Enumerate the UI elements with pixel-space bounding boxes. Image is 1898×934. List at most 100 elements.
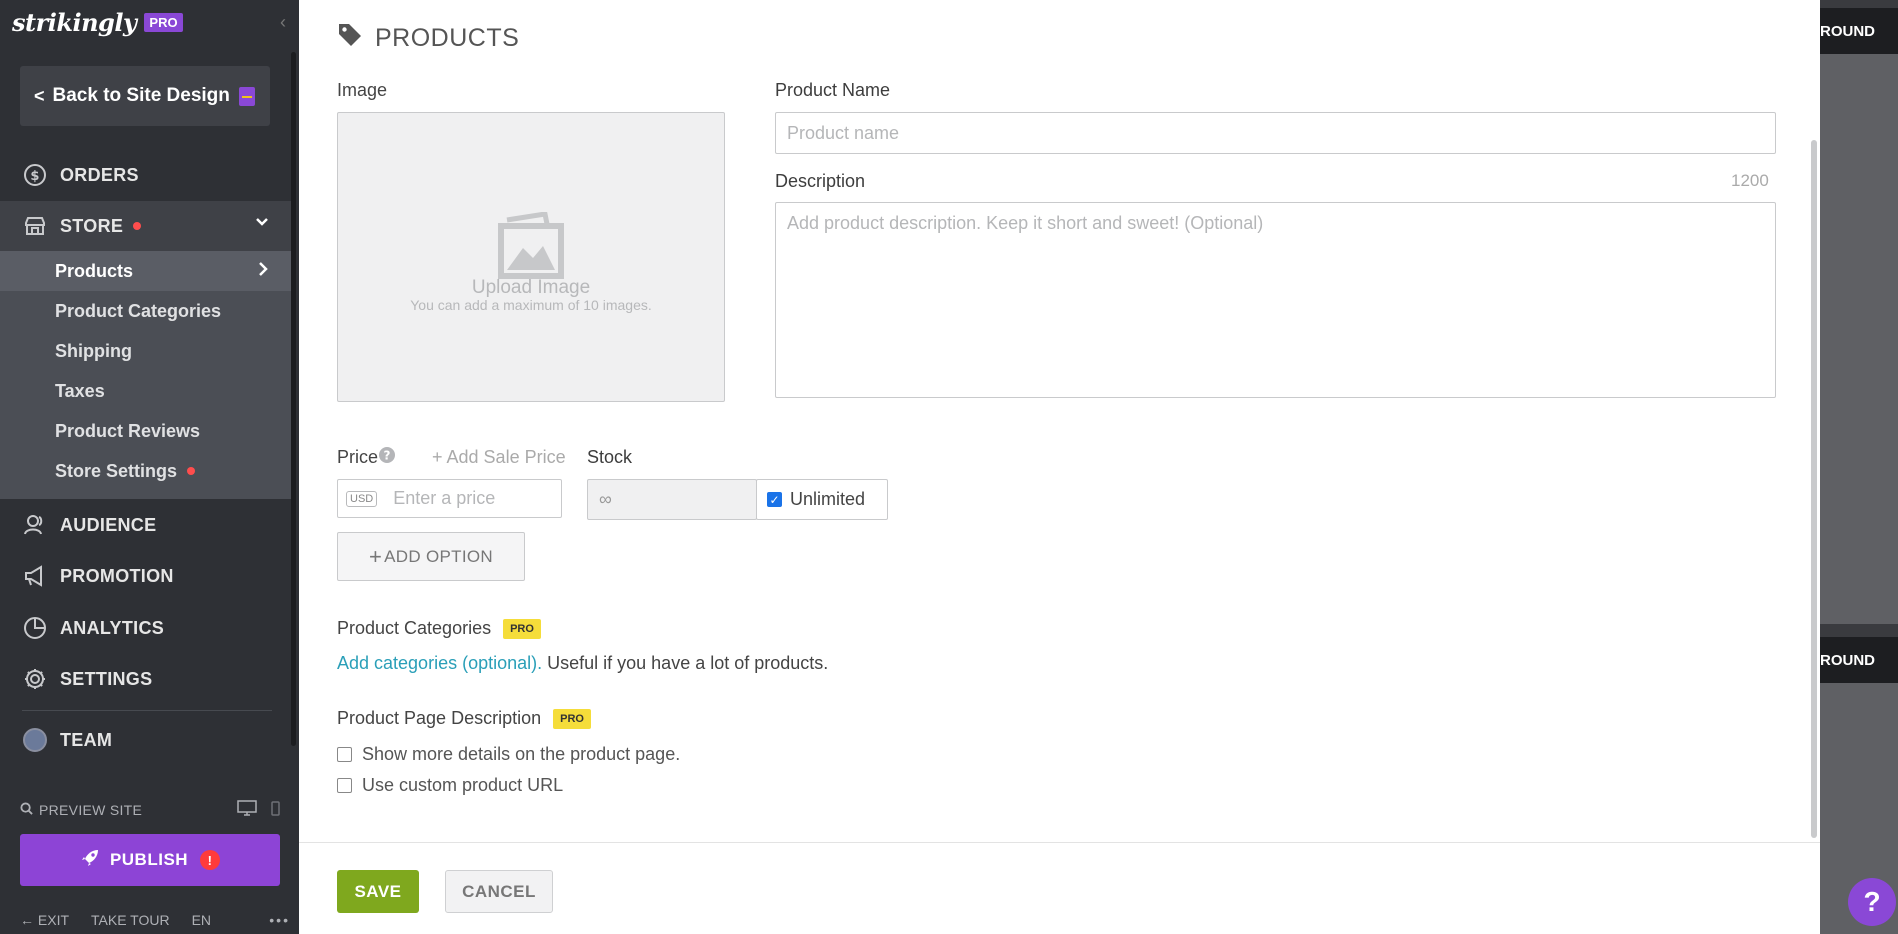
add-option-button[interactable]: + ADD OPTION: [337, 532, 525, 581]
checkbox-icon: [337, 747, 352, 762]
megaphone-icon: [22, 563, 48, 589]
panel-scrollbar[interactable]: [1811, 140, 1817, 838]
nav-audience[interactable]: AUDIENCE: [0, 500, 291, 550]
store-notification-dot: [133, 222, 142, 230]
section-strip-bottom: ROUND: [1820, 637, 1898, 683]
panel-title-text: PRODUCTS: [375, 24, 520, 52]
sidebar-item-shipping[interactable]: Shipping: [0, 331, 291, 371]
stock-input[interactable]: ∞: [587, 479, 757, 520]
add-categories-link[interactable]: Add categories (optional).: [337, 653, 542, 673]
collapse-sidebar-icon[interactable]: ‹: [280, 12, 286, 33]
sidebar-scrollbar[interactable]: [291, 52, 296, 746]
nav-analytics[interactable]: ANALYTICS: [0, 603, 291, 653]
page-icon: [238, 86, 255, 106]
custom-url-checkbox[interactable]: Use custom product URL: [337, 775, 563, 796]
nav-store[interactable]: STORE: [0, 201, 291, 251]
take-tour-link[interactable]: TAKE TOUR: [91, 912, 170, 928]
publish-alert-badge: !: [200, 850, 221, 870]
sidebar-item-label: Store Settings: [55, 460, 178, 481]
more-options-icon[interactable]: •••: [269, 912, 290, 928]
categories-hint: Useful if you have a lot of products.: [542, 653, 829, 673]
exit-label: EXIT: [37, 912, 70, 928]
price-label: Price: [337, 447, 379, 467]
stock-label: Stock: [587, 447, 633, 467]
nav-settings-label: SETTINGS: [60, 668, 153, 689]
search-icon: [20, 801, 33, 818]
description-textarea[interactable]: Add product description. Keep it short a…: [775, 202, 1776, 398]
store-icon: [22, 213, 48, 239]
sidebar-bottom-links: ← EXIT TAKE TOUR EN •••: [20, 912, 290, 928]
image-label: Image: [337, 80, 388, 100]
exit-link[interactable]: ← EXIT: [20, 912, 69, 928]
product-name-input[interactable]: Product name: [775, 112, 1776, 154]
rocket-icon: [80, 848, 100, 873]
store-submenu: Products Product Categories Shipping Tax…: [0, 251, 291, 499]
preview-site-row: PREVIEW SITE: [20, 800, 280, 819]
checkbox-icon: [337, 778, 352, 793]
pro-badge: PRO: [553, 709, 591, 730]
product-editor-panel: PRODUCTS Image Upload Image You can add …: [299, 0, 1820, 934]
footer-divider: [299, 842, 1820, 843]
save-button[interactable]: SAVE: [337, 870, 419, 913]
pro-badge: PRO: [503, 619, 541, 640]
sidebar-item-taxes[interactable]: Taxes: [0, 371, 291, 411]
desktop-icon[interactable]: [237, 800, 257, 819]
sidebar-item-product-categories[interactable]: Product Categories: [0, 291, 291, 331]
preview-block-top: [1820, 54, 1898, 624]
sidebar-item-label: Product Reviews: [55, 420, 201, 441]
nav-promotion-label: PROMOTION: [60, 565, 174, 586]
help-button[interactable]: ?: [1848, 878, 1896, 926]
chevron-down-icon: [255, 215, 269, 234]
nav-settings[interactable]: SETTINGS: [0, 654, 291, 704]
price-input[interactable]: USD Enter a price: [337, 479, 562, 518]
product-name-label: Product Name: [775, 80, 891, 100]
nav-orders[interactable]: $ ORDERS: [0, 150, 291, 200]
nav-promotion[interactable]: PROMOTION: [0, 551, 291, 601]
publish-button[interactable]: PUBLISH !: [20, 834, 280, 886]
nav-team[interactable]: TEAM: [0, 715, 291, 765]
sidebar-item-product-reviews[interactable]: Product Reviews: [0, 411, 291, 451]
mobile-icon[interactable]: [271, 800, 280, 819]
sidebar-item-store-settings[interactable]: Store Settings: [0, 451, 291, 491]
publish-label: PUBLISH: [109, 850, 189, 869]
upload-hint: You can add a maximum of 10 images.: [410, 296, 652, 313]
tag-icon: [337, 22, 363, 55]
sidebar-item-label: Shipping: [55, 340, 132, 361]
add-sale-price-link[interactable]: + Add Sale Price: [432, 447, 566, 468]
product-page-description-label: Product Page Description: [337, 708, 542, 728]
currency-badge: USD: [346, 490, 378, 507]
description-label: Description: [775, 171, 866, 191]
product-categories-label: Product Categories: [337, 618, 492, 638]
strikingly-logo[interactable]: strikingly: [12, 8, 137, 37]
product-page-description-heading: Product Page Description PRO: [337, 708, 591, 730]
svg-text:$: $: [30, 169, 39, 184]
product-categories-heading: Product Categories PRO: [337, 618, 541, 640]
svg-text:?: ?: [384, 449, 391, 463]
back-to-site-design-button[interactable]: < Back to Site Design: [20, 66, 270, 126]
section-strip-top: ROUND: [1820, 8, 1898, 54]
upload-image-area[interactable]: Upload Image You can add a maximum of 10…: [337, 112, 725, 402]
unlimited-label: Unlimited: [790, 489, 866, 509]
unlimited-checkbox[interactable]: ✓ Unlimited: [756, 479, 888, 520]
language-selector[interactable]: EN: [192, 912, 211, 928]
sidebar-divider: [22, 710, 272, 711]
nav-store-label: STORE: [60, 215, 124, 236]
sidebar-item-products[interactable]: Products: [0, 251, 291, 291]
plus-icon: +: [369, 543, 383, 569]
cancel-button[interactable]: CANCEL: [445, 870, 553, 913]
panel-title: PRODUCTS: [337, 22, 519, 55]
sidebar-item-label: Product Categories: [55, 300, 222, 321]
show-more-details-checkbox[interactable]: Show more details on the product page.: [337, 744, 680, 765]
question-circle-icon[interactable]: ?: [379, 447, 396, 468]
checkbox-checked-icon: ✓: [767, 492, 782, 507]
nav-team-label: TEAM: [60, 729, 113, 750]
team-avatar-icon: [22, 727, 48, 753]
preview-site-link[interactable]: PREVIEW SITE: [39, 802, 142, 818]
dollar-circle-icon: $: [22, 162, 48, 188]
arrow-left-icon: ←: [20, 912, 34, 928]
gear-icon: [22, 666, 48, 692]
sidebar-item-label: Taxes: [55, 380, 105, 401]
price-label-row: Price ?: [337, 447, 396, 468]
add-option-label: ADD OPTION: [384, 546, 493, 566]
upload-image-label: Upload Image: [471, 276, 591, 298]
